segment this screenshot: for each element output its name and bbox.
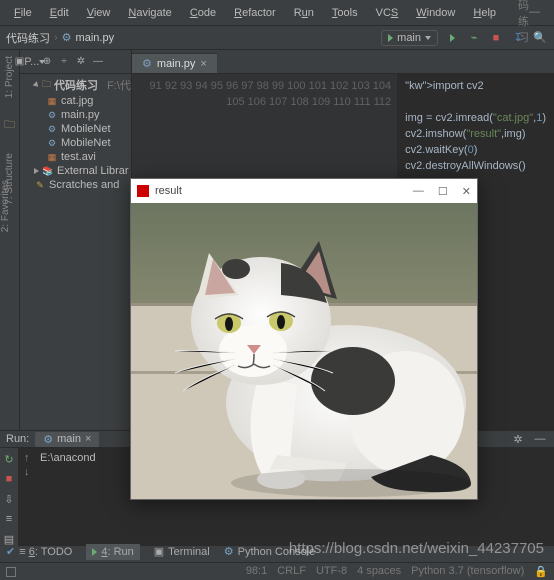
breadcrumb-file[interactable]: main.py [76, 32, 115, 44]
run-tool-title: Run: [6, 433, 29, 445]
editor-tabs: ⚙ main.py × [132, 50, 554, 74]
status-line-ending[interactable]: CRLF [277, 565, 306, 578]
tree-item-main-py[interactable]: ⚙main.py [20, 108, 131, 122]
run-tool-tab[interactable]: ⚙main× [35, 432, 99, 447]
debug-button[interactable]: ⌁ [466, 30, 482, 46]
left-tool-gutter: 1: Project 🗀 7: Structure [0, 50, 20, 430]
hide-icon[interactable]: — [91, 55, 105, 69]
menu-window[interactable]: Window [408, 4, 463, 22]
vcs-update-button[interactable]: ↧ [510, 30, 526, 46]
status-indent[interactable]: 4 spaces [357, 565, 401, 578]
tool-terminal[interactable]: ▣Terminal [154, 545, 210, 558]
rerun-button[interactable]: ↻ [2, 452, 16, 466]
tool-run[interactable]: 4: Run [86, 544, 139, 560]
project-tree: 🗀代码练习 F:\代码 ▦cat.jpg ⚙main.py ⚙MobileNet… [20, 74, 131, 194]
settings-icon[interactable]: ✲ [74, 55, 88, 69]
status-lock-icon[interactable]: 🔒 [534, 565, 548, 578]
tool-python-console[interactable]: ⚙Python Console [224, 545, 316, 558]
tree-item-cat-jpg[interactable]: ▦cat.jpg [20, 94, 131, 108]
menu-tools[interactable]: Tools [324, 4, 366, 22]
menu-code[interactable]: Code [182, 4, 224, 22]
project-tool-window: ▣ P... ⊕ ÷ ✲ — 🗀代码练习 F:\代码 ▦cat.jpg ⚙mai… [20, 50, 132, 430]
image-result-window[interactable]: result — ☐ ✕ [130, 178, 478, 500]
tree-scratches[interactable]: ✎Scratches and [20, 178, 131, 192]
image-content [131, 203, 477, 499]
main-menu: File Edit View Navigate Code Refactor Ru… [6, 4, 504, 22]
layout-button[interactable]: ▤ [2, 532, 16, 546]
filter-button[interactable]: ≡ [2, 512, 16, 526]
image-window-titlebar[interactable]: result — ☐ ✕ [131, 179, 477, 203]
menu-file[interactable]: File [6, 4, 40, 22]
down-button[interactable]: ⇩ [2, 492, 16, 506]
run-config-selector[interactable]: main [381, 30, 438, 46]
tree-item-mobilenet1[interactable]: ⚙MobileNet [20, 122, 131, 136]
status-interpreter[interactable]: Python 3.7 (tensorflow) [411, 565, 524, 578]
nav-bar: 代码练习 › ⚙ main.py main ⌁ ■ ↧ 🔍 [0, 26, 554, 50]
breadcrumb-root[interactable]: 代码练习 [6, 30, 50, 46]
tool-project[interactable]: 1: Project [4, 56, 15, 98]
menu-help[interactable]: Help [465, 4, 504, 22]
breadcrumb-separator: › [54, 32, 58, 44]
run-side-toolbar: ↻ ■ ⇩ ≡ ▤ [0, 448, 18, 546]
title-bar: File Edit View Navigate Code Refactor Ru… [0, 0, 554, 26]
menu-view[interactable]: View [79, 4, 119, 22]
window-controls: — ☐ ✕ [529, 6, 554, 19]
editor-tab-label: main.py [157, 58, 196, 70]
image-window-title: result [155, 185, 182, 197]
run-config-icon [388, 34, 393, 42]
tool-favorites[interactable]: 2: Favorites [0, 180, 11, 232]
status-indicator-icon[interactable] [6, 567, 16, 577]
run-config-label: main [397, 32, 421, 44]
close-run-tab-icon[interactable]: × [85, 433, 91, 445]
search-button[interactable]: 🔍 [532, 30, 548, 46]
run-settings-icon[interactable]: ✲ [510, 431, 526, 447]
folder-icon[interactable]: 🗀 [4, 116, 15, 135]
tree-item-test-avi[interactable]: ▦test.avi [20, 150, 131, 164]
run-hide-icon[interactable]: — [532, 431, 548, 447]
status-bar: 98:1 CRLF UTF-8 4 spaces Python 3.7 (ten… [0, 562, 554, 580]
tool-todo[interactable]: ✔≡ 6: TODO [6, 545, 72, 558]
stop-button[interactable]: ■ [488, 30, 504, 46]
status-encoding[interactable]: UTF-8 [316, 565, 347, 578]
status-caret-pos[interactable]: 98:1 [246, 565, 267, 578]
run-button[interactable] [444, 30, 460, 46]
project-view-selector[interactable]: ▣ P... [23, 55, 37, 69]
chevron-down-icon [425, 36, 431, 40]
locate-icon[interactable]: ⊕ [40, 55, 54, 69]
tree-item-mobilenet2[interactable]: ⚙MobileNet [20, 136, 131, 150]
collapse-icon[interactable]: ÷ [57, 55, 71, 69]
cat-image [131, 203, 477, 499]
close-tab-icon[interactable]: × [200, 58, 206, 70]
img-maximize-icon[interactable]: ☐ [438, 185, 448, 198]
app-icon [137, 185, 149, 197]
project-toolbar: ▣ P... ⊕ ÷ ✲ — [20, 50, 131, 74]
stop-run-button[interactable]: ■ [2, 472, 16, 486]
tree-root[interactable]: 🗀代码练习 F:\代码 [20, 76, 131, 94]
img-minimize-icon[interactable]: — [413, 185, 424, 198]
menu-edit[interactable]: Edit [42, 4, 77, 22]
breadcrumb: 代码练习 › ⚙ main.py [6, 30, 114, 46]
minimize-icon[interactable]: — [529, 6, 540, 19]
menu-refactor[interactable]: Refactor [226, 4, 284, 22]
editor-tab-main[interactable]: ⚙ main.py × [132, 53, 217, 73]
menu-run[interactable]: Run [286, 4, 322, 22]
img-close-icon[interactable]: ✕ [462, 185, 471, 198]
tree-external-libraries[interactable]: 📚External Librar [20, 164, 131, 178]
menu-vcs[interactable]: VCS [368, 4, 407, 22]
menu-navigate[interactable]: Navigate [120, 4, 179, 22]
run-output-text: E:\anacond [40, 452, 96, 542]
